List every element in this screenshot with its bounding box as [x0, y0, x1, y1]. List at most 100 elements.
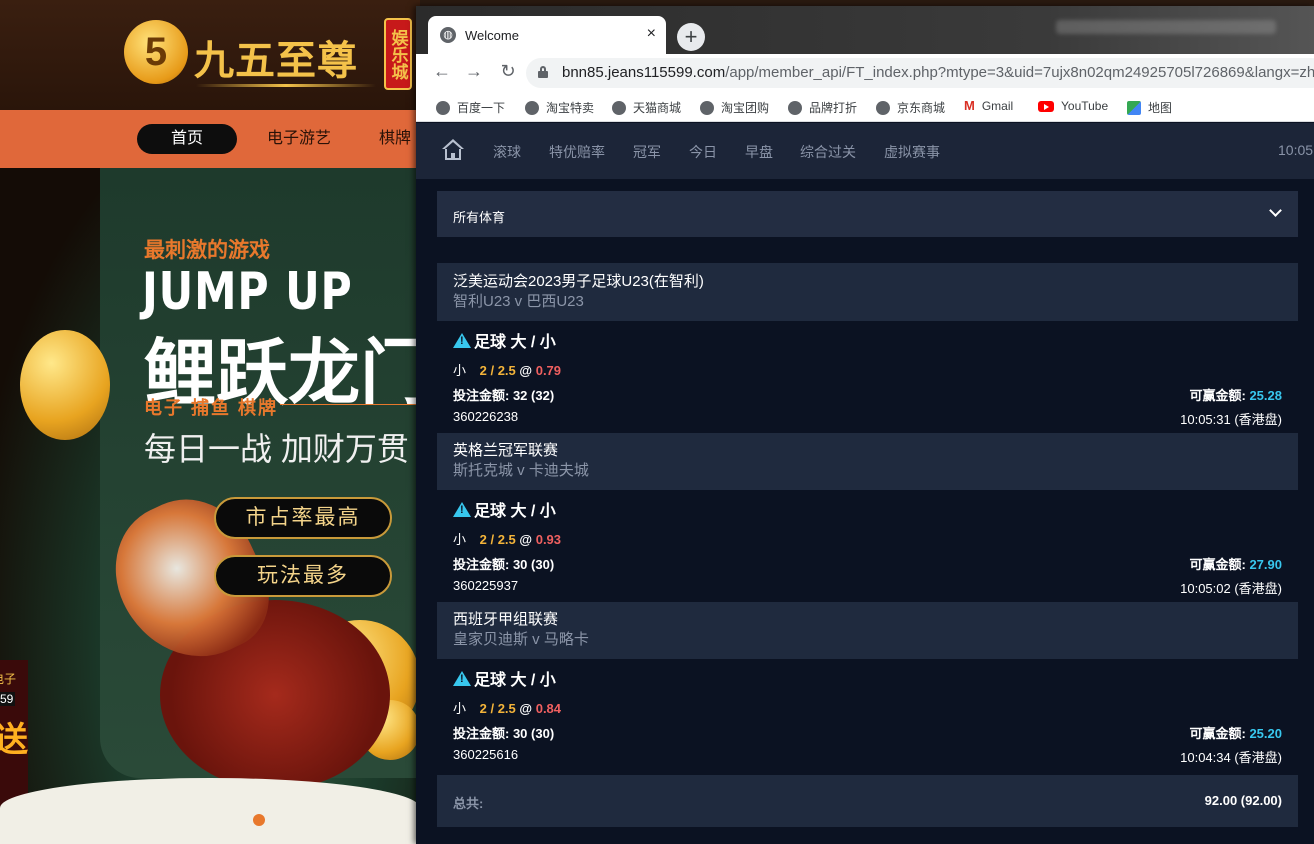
bet-time: 10:04:34 (香港盘)	[1180, 750, 1282, 765]
bet-details: 足球 大 / 小 小 2 / 2.5 @ 0.79 投注金额: 32 (32) …	[437, 321, 1298, 433]
bookmark-tmall[interactable]: 天猫商城	[612, 99, 681, 116]
casino-nav-slots[interactable]: 电子游艺	[267, 124, 331, 154]
browser-toolbar: ← → ↻ bnn85.jeans115599.com/app/member_a…	[416, 54, 1314, 92]
sports-top-nav: 滚球 特优赔率 冠军 今日 早盘 综合过关 虚拟赛事 10:05	[416, 123, 1314, 179]
maps-icon	[1127, 100, 1141, 115]
bookmark-youtube[interactable]: YouTube	[1038, 99, 1108, 113]
bet-selection: 小 2 / 2.5 @ 0.84	[453, 698, 1282, 716]
globe-icon	[788, 100, 802, 115]
casino-logo-mark: 5	[124, 20, 188, 84]
bookmark-label: 淘宝团购	[721, 101, 770, 115]
bookmark-gmail[interactable]: M Gmail	[964, 98, 1014, 114]
address-bar[interactable]: bnn85.jeans115599.com/app/member_api/FT_…	[526, 58, 1314, 88]
browser-window: ◍ Welcome × + ← → ↻ bnn85.jeans115599.co…	[416, 6, 1314, 844]
bet-details: 足球 大 / 小 小 2 / 2.5 @ 0.93 投注金额: 30 (30) …	[437, 490, 1298, 602]
market-label: 足球 大 / 小	[474, 334, 556, 351]
bookmark-label: 品牌打折	[809, 101, 858, 115]
nav-early[interactable]: 早盘	[745, 142, 773, 162]
hero-slogan: 每日一战 加财万贯	[144, 431, 409, 467]
bookmark-taobao-sale[interactable]: 淘宝特卖	[525, 99, 594, 116]
bet-header: 英格兰冠军联赛 斯托克城 v 卡迪夫城	[437, 433, 1298, 490]
url-path: /app/member_api/FT_index.php?mtype=3&uid…	[725, 64, 1314, 81]
match-teams: 斯托克城 v 卡迪夫城	[453, 462, 589, 479]
stake-value: 30 (30)	[512, 557, 555, 572]
nav-parlay[interactable]: 综合过关	[800, 142, 856, 162]
at-sign: @	[519, 701, 533, 716]
bookmark-baidu[interactable]: 百度一下	[436, 99, 505, 116]
league-name: 西班牙甲组联赛	[453, 611, 559, 628]
tab-bar: ◍ Welcome × +	[416, 6, 1314, 54]
reload-icon[interactable]: ↻	[496, 61, 520, 82]
globe-icon: ◍	[440, 27, 456, 43]
sport-filter-dropdown[interactable]: 所有体育	[437, 191, 1298, 237]
hero-subtitle: 最刺激的游戏	[144, 239, 270, 262]
selection: 小	[453, 701, 467, 716]
bookmark-label: YouTube	[1061, 99, 1109, 113]
url-host: bnn85.jeans115599.com	[562, 64, 726, 81]
bookmark-jd[interactable]: 京东商城	[876, 99, 945, 116]
market-label: 足球 大 / 小	[474, 503, 556, 520]
hero-button-market-share[interactable]: 市占率最高	[214, 497, 392, 539]
nav-today[interactable]: 今日	[689, 142, 717, 162]
globe-icon	[525, 100, 539, 115]
globe-icon	[876, 100, 890, 115]
win-label: 可赢金额:	[1189, 388, 1250, 403]
bookmark-brand-discount[interactable]: 品牌打折	[788, 99, 857, 116]
carousel-dot[interactable]	[253, 814, 265, 826]
bookmark-label: 淘宝特卖	[546, 101, 595, 115]
forward-icon[interactable]: →	[462, 61, 486, 82]
total-value: 92.00 (92.00)	[1204, 793, 1282, 808]
bet-amounts: 投注金额: 32 (32) 可赢金额: 25.28	[453, 385, 1282, 403]
bet-header: 西班牙甲组联赛 皇家贝迪斯 v 马略卡	[437, 602, 1298, 659]
casino-nav-home[interactable]: 首页	[137, 124, 237, 154]
lock-icon[interactable]	[538, 66, 548, 78]
bookmark-label: 京东商城	[897, 101, 946, 115]
hero-button-most-games[interactable]: 玩法最多	[214, 555, 392, 597]
stake-label: 投注金额:	[453, 388, 513, 403]
casino-nav-cards[interactable]: 棋牌	[379, 124, 411, 154]
sport-filter-label: 所有体育	[453, 210, 506, 225]
warning-icon	[453, 670, 471, 686]
match-teams: 皇家贝迪斯 v 马略卡	[453, 631, 589, 648]
close-icon[interactable]: ×	[647, 25, 656, 43]
bet-time: 10:05:02 (香港盘)	[1180, 581, 1282, 596]
hero-headline-en: JUMP UP	[142, 262, 353, 322]
stake-label: 投注金额:	[453, 557, 513, 572]
bookmark-taobao-group[interactable]: 淘宝团购	[700, 99, 769, 116]
back-icon[interactable]: ←	[430, 61, 454, 82]
gmail-icon: M	[964, 98, 975, 113]
potential-win: 可赢金额: 27.90	[1190, 554, 1283, 573]
casino-bottom-curve	[0, 778, 420, 844]
warning-icon	[453, 501, 471, 517]
home-icon[interactable]	[442, 139, 464, 161]
nav-best-odds[interactable]: 特优赔率	[549, 142, 605, 162]
league-name: 泛美运动会2023男子足球U23(在智利)	[453, 273, 704, 290]
selection: 小	[453, 532, 467, 547]
bet-selection: 小 2 / 2.5 @ 0.79	[453, 360, 1282, 378]
bookmark-label: Gmail	[981, 99, 1014, 113]
casino-logo-name: 九五至尊	[194, 37, 358, 84]
side-promo-label: 电子	[0, 672, 17, 686]
new-tab-button[interactable]: +	[677, 23, 705, 51]
odds: 0.84	[535, 701, 562, 716]
globe-icon	[436, 100, 450, 115]
total-label: 总共:	[453, 796, 484, 811]
ticket-id: 360225937	[453, 578, 519, 593]
stake: 投注金额: 32 (32)	[453, 385, 554, 404]
url-text[interactable]: bnn85.jeans115599.com/app/member_api/FT_…	[562, 64, 1314, 81]
coin-decoration	[20, 330, 110, 440]
nav-in-play[interactable]: 滚球	[493, 142, 521, 162]
tab-welcome[interactable]: ◍ Welcome ×	[428, 16, 666, 54]
bookmark-maps[interactable]: 地图	[1127, 99, 1172, 116]
hero-tags: 电子 捕鱼 棋牌	[144, 398, 279, 418]
win-value: 25.20	[1249, 726, 1282, 741]
bet-header: 泛美运动会2023男子足球U23(在智利) 智利U23 v 巴西U23	[437, 263, 1298, 321]
nav-outright[interactable]: 冠军	[633, 142, 661, 162]
odds: 0.79	[535, 363, 562, 378]
nav-virtual[interactable]: 虚拟赛事	[884, 142, 940, 162]
stake-value: 32 (32)	[512, 388, 555, 403]
bookmark-label: 百度一下	[457, 101, 506, 115]
bookmark-label: 地图	[1148, 101, 1173, 115]
bet-selection: 小 2 / 2.5 @ 0.93	[453, 529, 1282, 547]
ticket-id: 360225616	[453, 747, 519, 762]
